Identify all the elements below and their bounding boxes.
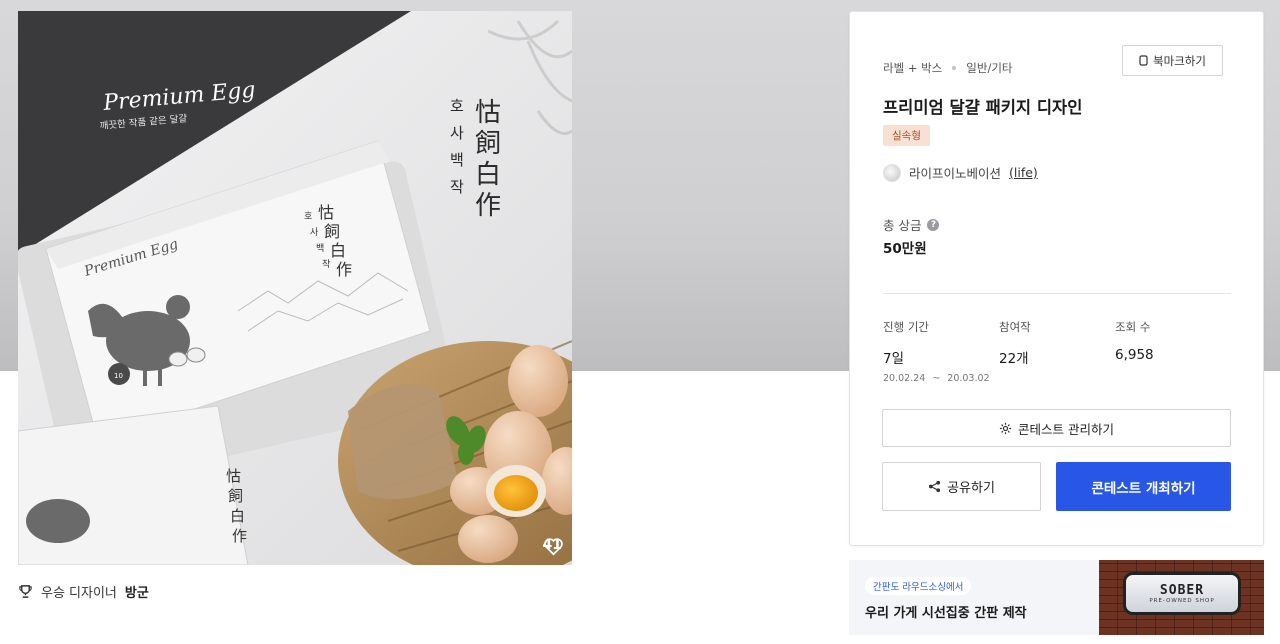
svg-text:飼: 飼 <box>228 487 243 505</box>
divider <box>883 293 1231 294</box>
stat-views: 조회 수 6,958 <box>1115 319 1154 363</box>
svg-text:作: 作 <box>232 527 247 545</box>
heart-icon <box>543 538 563 556</box>
stat-period: 진행 기간 7일 20.02.24 ~ 20.03.02 <box>883 319 990 384</box>
manage-contest-button[interactable]: 콘테스트 관리하기 <box>882 409 1231 447</box>
prize-label-text: 총 상금 <box>883 218 922 233</box>
period-separator: ~ <box>932 373 941 384</box>
organizer-name: 라이프이노베이션 <box>909 166 1002 181</box>
prize-label: 총 상금 ? <box>883 215 940 234</box>
svg-text:怙: 怙 <box>226 467 241 485</box>
organizer[interactable]: 라이프이노베이션 (life) <box>883 163 1038 182</box>
svg-text:사: 사 <box>450 124 464 142</box>
svg-text:白: 白 <box>230 507 245 525</box>
contest-hero-image[interactable]: 10 Premium Egg 怙 飼 白 作 호 사 백 작 怙 飼 白 作 P… <box>18 11 572 565</box>
subcategory-label[interactable]: 일반/기타 <box>966 60 1012 76</box>
sign-text: SOBER <box>1159 583 1205 598</box>
stat-entries: 참여작 22개 <box>999 319 1031 367</box>
svg-text:怙: 怙 <box>318 203 334 222</box>
period-dates: 20.02.24 ~ 20.03.02 <box>883 373 990 384</box>
bookmark-button[interactable]: 북마크하기 <box>1122 45 1223 76</box>
contest-title: 프리미엄 달걀 패키지 디자인 <box>883 98 1083 117</box>
svg-text:怙: 怙 <box>475 98 501 128</box>
svg-text:作: 作 <box>336 260 352 279</box>
breadcrumb-separator <box>952 66 957 70</box>
host-contest-label: 콘테스트 개최하기 <box>1091 480 1196 497</box>
winner-info: 우승 디자이너 방군 <box>18 582 149 601</box>
svg-text:작: 작 <box>322 259 330 270</box>
prize-value: 50만원 <box>883 241 927 257</box>
ad-pill: 간판도 라우드소싱에서 <box>865 577 972 595</box>
svg-text:백: 백 <box>316 243 324 254</box>
category-breadcrumb: 라벨 + 박스 일반/기타 <box>883 60 1012 76</box>
entries-value: 22개 <box>999 351 1029 367</box>
svg-text:백: 백 <box>450 151 464 169</box>
svg-text:飼: 飼 <box>475 129 501 159</box>
entries-label: 참여작 <box>999 320 1031 334</box>
views-label: 조회 수 <box>1115 320 1151 334</box>
contest-type-badge: 실속형 <box>883 125 930 146</box>
help-icon[interactable]: ? <box>927 218 940 231</box>
organizer-avatar <box>883 163 901 182</box>
trophy-icon <box>19 585 32 598</box>
title-vertical-hanja: 怙 飼 白 作 <box>475 98 501 221</box>
svg-text:호: 호 <box>450 97 464 115</box>
period-end: 20.03.02 <box>947 373 990 384</box>
svg-text:작: 작 <box>450 178 464 196</box>
svg-text:作: 作 <box>475 191 501 221</box>
signboard-ad-banner[interactable]: 간판도 라우드소싱에서 우리 가게 시선집중 간판 제작 SOBER PRE-O… <box>849 560 1264 635</box>
period-value: 7일 <box>883 351 905 367</box>
category-label[interactable]: 라벨 + 박스 <box>883 60 942 76</box>
gear-icon <box>999 422 1012 434</box>
host-contest-button[interactable]: 콘테스트 개최하기 <box>1056 462 1231 511</box>
sign-subtext: PRE-OWNED SHOP <box>1149 598 1215 604</box>
svg-text:白: 白 <box>475 160 501 190</box>
period-start: 20.02.24 <box>883 373 926 384</box>
organizer-handle[interactable]: (life) <box>1009 165 1038 180</box>
svg-text:사: 사 <box>310 227 319 238</box>
views-value: 6,958 <box>1115 347 1154 363</box>
like-counter[interactable]: 41 <box>543 537 563 556</box>
bookmark-label: 북마크하기 <box>1153 53 1206 68</box>
svg-text:飼: 飼 <box>324 222 340 241</box>
winner-name[interactable]: 방군 <box>125 582 149 601</box>
bookmark-icon <box>1139 55 1148 66</box>
share-button[interactable]: 공유하기 <box>882 462 1041 511</box>
manage-contest-label: 콘테스트 관리하기 <box>1018 421 1114 437</box>
winner-label: 우승 디자이너 <box>41 586 117 601</box>
box-count-text: 10 <box>114 372 123 380</box>
share-label: 공유하기 <box>947 481 995 496</box>
share-icon <box>929 480 941 493</box>
ad-signboard: SOBER PRE-OWNED SHOP <box>1123 572 1241 615</box>
contest-info-card: 라벨 + 박스 일반/기타 북마크하기 프리미엄 달걀 패키지 디자인 실속형 … <box>849 11 1264 546</box>
period-label: 진행 기간 <box>883 320 929 334</box>
svg-text:호: 호 <box>304 211 312 222</box>
ad-headline: 우리 가게 시선집중 간판 제작 <box>865 606 1027 621</box>
egg-package-illustration: 10 Premium Egg 怙 飼 白 作 호 사 백 작 怙 飼 白 作 P… <box>18 11 572 565</box>
svg-text:白: 白 <box>330 241 346 260</box>
